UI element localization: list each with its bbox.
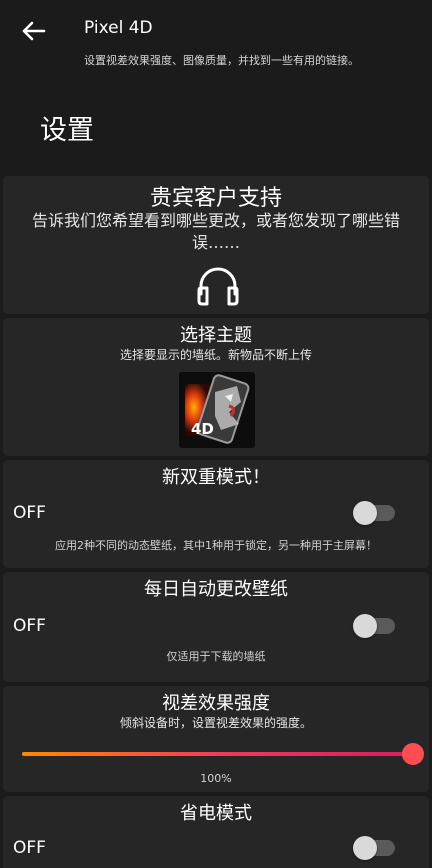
toggle-knob — [353, 836, 377, 860]
app-title: Pixel 4D — [84, 18, 153, 38]
toggle-knob — [353, 614, 377, 638]
settings-screen: Pixel 4D 设置视差效果强度、图像质量，并找到一些有用的链接。 设置 贵宾… — [0, 0, 432, 868]
daily-change-toggle[interactable] — [353, 614, 395, 638]
slider-thumb[interactable] — [402, 743, 424, 765]
theme-thumbnail[interactable]: 4D — [179, 372, 255, 448]
theme-title: 选择主题 — [180, 325, 252, 346]
vip-support-title: 贵宾客户支持 — [149, 186, 282, 211]
power-saving-title: 省电模式 — [180, 803, 252, 824]
app-subtitle: 设置视差效果强度、图像质量，并找到一些有用的链接。 — [84, 54, 359, 67]
dual-mode-title: 新双重模式！ — [162, 467, 270, 488]
dual-mode-card: 新双重模式！ OFF 应用2种不同的动态壁纸，其中1种用于锁定，另一种用于主屏幕… — [3, 460, 429, 568]
daily-change-card: 每日自动更改壁纸 OFF 仅适用于下载的墙纸 — [3, 572, 429, 682]
power-saving-toggle[interactable] — [353, 836, 395, 860]
page-title: 设置 — [40, 115, 94, 146]
daily-change-state-label: OFF — [13, 616, 46, 636]
power-saving-card: 省电模式 OFF — [3, 796, 429, 868]
daily-change-title: 每日自动更改壁纸 — [144, 579, 288, 600]
parallax-description: 倾斜设备时，设置视差效果的强度。 — [119, 716, 312, 730]
vip-support-description: 告诉我们您希望看到哪些更改，或者您发现了哪些错误…… — [31, 211, 400, 252]
arrow-left-icon — [22, 21, 46, 41]
parallax-value: 100% — [200, 772, 232, 785]
parallax-card: 视差效果强度 倾斜设备时，设置视差效果的强度。 100% — [3, 686, 429, 792]
theme-card[interactable]: 选择主题 选择要显示的墙纸。新物品不断上传 4D — [3, 318, 429, 456]
headset-icon[interactable] — [195, 266, 241, 306]
parallax-title: 视差效果强度 — [162, 693, 270, 714]
daily-change-note: 仅适用于下载的墙纸 — [166, 650, 266, 663]
theme-description: 选择要显示的墙纸。新物品不断上传 — [119, 348, 312, 362]
power-saving-state-label: OFF — [13, 838, 46, 858]
dual-mode-note: 应用2种不同的动态壁纸，其中1种用于锁定，另一种用于主屏幕！ — [55, 539, 377, 552]
vip-support-card[interactable]: 贵宾客户支持 告诉我们您希望看到哪些更改，或者您发现了哪些错误…… — [3, 176, 429, 314]
slider-fill — [22, 752, 413, 756]
theme-thumbnail-label: 4D — [191, 420, 214, 438]
back-button[interactable] — [18, 16, 52, 46]
dual-mode-toggle[interactable] — [353, 501, 395, 525]
toggle-knob — [353, 501, 377, 525]
parallax-slider[interactable] — [17, 742, 425, 766]
dual-mode-state-label: OFF — [13, 503, 46, 523]
